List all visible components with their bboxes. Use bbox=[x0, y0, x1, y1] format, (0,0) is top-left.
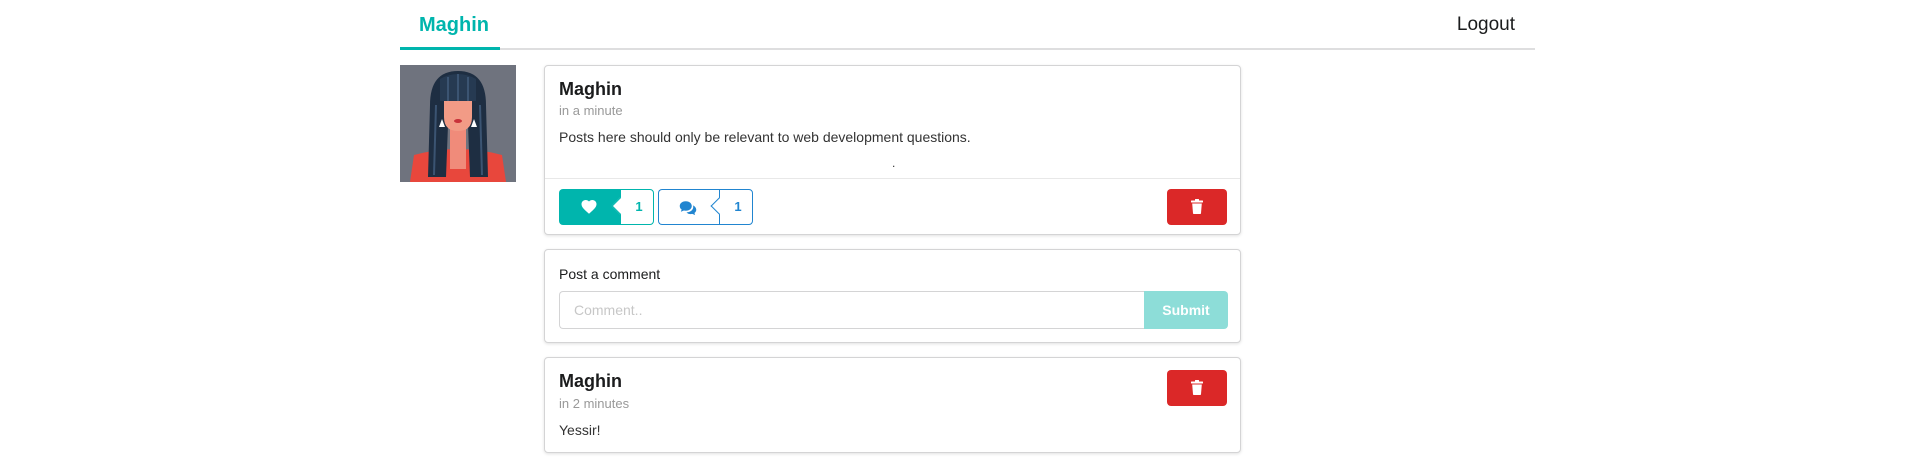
logout-button[interactable]: Logout bbox=[1425, 0, 1535, 50]
post-author[interactable]: Maghin bbox=[559, 79, 622, 100]
post-dot: . bbox=[892, 156, 896, 170]
submit-comment-button[interactable]: Submit bbox=[1144, 291, 1228, 329]
comment-card: Maghin in 2 minutes Yessir! bbox=[544, 357, 1241, 453]
comment-time: in 2 minutes bbox=[559, 396, 630, 411]
post-body: Posts here should only be relevant to we… bbox=[559, 129, 971, 145]
comment-form-label: Post a comment bbox=[559, 266, 661, 282]
comment-body: Yessir! bbox=[559, 422, 601, 438]
avatar-image bbox=[400, 65, 516, 182]
post-time: in a minute bbox=[559, 103, 623, 118]
post-card: Maghin in a minute Posts here should onl… bbox=[544, 65, 1241, 235]
comment-form-card: Post a comment Submit bbox=[544, 249, 1241, 343]
trash-icon bbox=[1191, 199, 1203, 214]
post-divider bbox=[545, 178, 1240, 179]
avatar bbox=[400, 65, 516, 182]
heart-icon bbox=[581, 199, 597, 214]
menu-item-home-label: Maghin bbox=[419, 14, 489, 36]
logout-label: Logout bbox=[1456, 14, 1515, 35]
menu-item-home[interactable]: Maghin bbox=[400, 0, 500, 50]
trash-icon bbox=[1191, 380, 1203, 395]
comment-count-button[interactable]: 1 bbox=[658, 189, 753, 225]
top-menu: Maghin Logout bbox=[400, 0, 1535, 50]
delete-comment-button[interactable] bbox=[1167, 370, 1227, 406]
comment-input[interactable] bbox=[559, 291, 1144, 329]
comments-icon bbox=[679, 201, 697, 216]
delete-post-button[interactable] bbox=[1167, 189, 1227, 225]
comment-author[interactable]: Maghin bbox=[559, 371, 622, 392]
like-button[interactable]: 1 bbox=[559, 189, 654, 225]
